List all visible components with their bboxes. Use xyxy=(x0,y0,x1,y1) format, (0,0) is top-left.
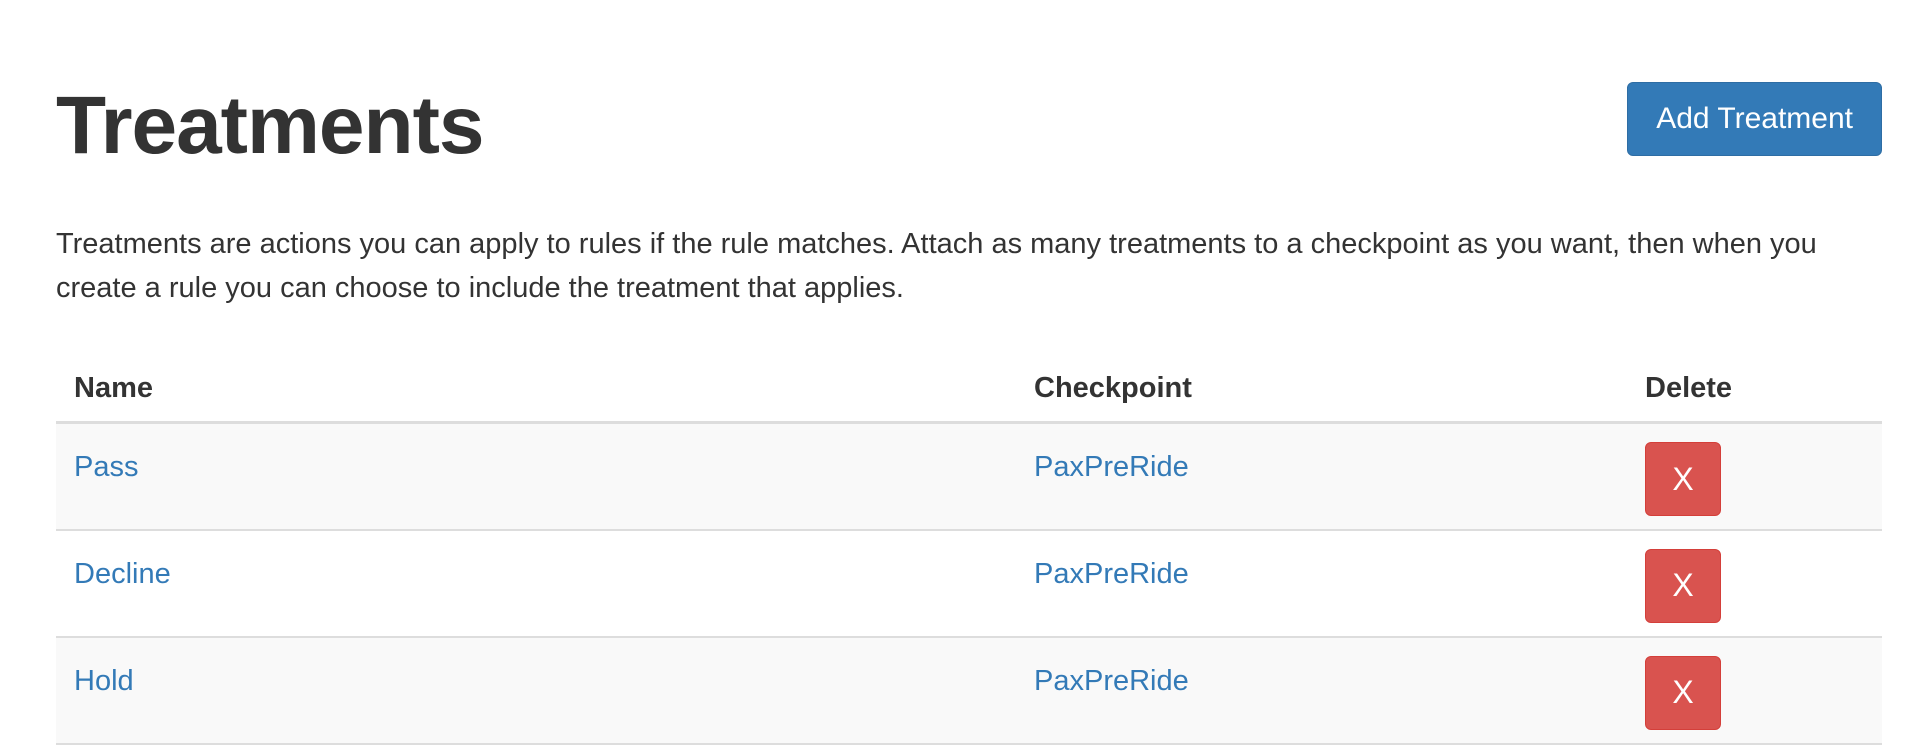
treatment-name-link[interactable]: Hold xyxy=(74,664,134,698)
table-header-row: Name Checkpoint Delete xyxy=(56,356,1882,424)
name-cell: Decline xyxy=(56,529,1016,638)
table-row: Hold PaxPreRide X xyxy=(56,636,1882,745)
column-header-name: Name xyxy=(56,356,1016,424)
delete-button[interactable]: X xyxy=(1645,548,1721,623)
delete-cell: X xyxy=(1627,636,1882,745)
table-header: Name Checkpoint Delete xyxy=(56,356,1882,424)
treatment-name-link[interactable]: Decline xyxy=(74,557,171,591)
name-cell: Hold xyxy=(56,636,1016,745)
table-body: Pass PaxPreRide X Decline PaxPreRide X H… xyxy=(56,422,1882,745)
treatment-name-link[interactable]: Pass xyxy=(74,450,138,484)
table-row: Pass PaxPreRide X xyxy=(56,422,1882,531)
checkpoint-link[interactable]: PaxPreRide xyxy=(1034,664,1189,698)
table-row: Decline PaxPreRide X xyxy=(56,529,1882,638)
delete-cell: X xyxy=(1627,422,1882,531)
treatments-page: Treatments Add Treatment Treatments are … xyxy=(56,0,1882,745)
column-header-checkpoint: Checkpoint xyxy=(1016,356,1627,424)
checkpoint-cell: PaxPreRide xyxy=(1016,529,1627,638)
delete-button[interactable]: X xyxy=(1645,655,1721,730)
checkpoint-link[interactable]: PaxPreRide xyxy=(1034,557,1189,591)
treatments-table: Name Checkpoint Delete Pass PaxPreRide X… xyxy=(56,356,1882,745)
add-treatment-button[interactable]: Add Treatment xyxy=(1627,82,1882,156)
delete-button[interactable]: X xyxy=(1645,442,1721,516)
page-header: Treatments Add Treatment xyxy=(56,0,1882,200)
checkpoint-cell: PaxPreRide xyxy=(1016,636,1627,745)
name-cell: Pass xyxy=(56,422,1016,531)
page-description: Treatments are actions you can apply to … xyxy=(56,228,1817,304)
delete-cell: X xyxy=(1627,529,1882,638)
checkpoint-cell: PaxPreRide xyxy=(1016,422,1627,531)
checkpoint-link[interactable]: PaxPreRide xyxy=(1034,450,1189,484)
column-header-delete: Delete xyxy=(1627,356,1882,424)
page-title: Treatments xyxy=(56,80,485,171)
